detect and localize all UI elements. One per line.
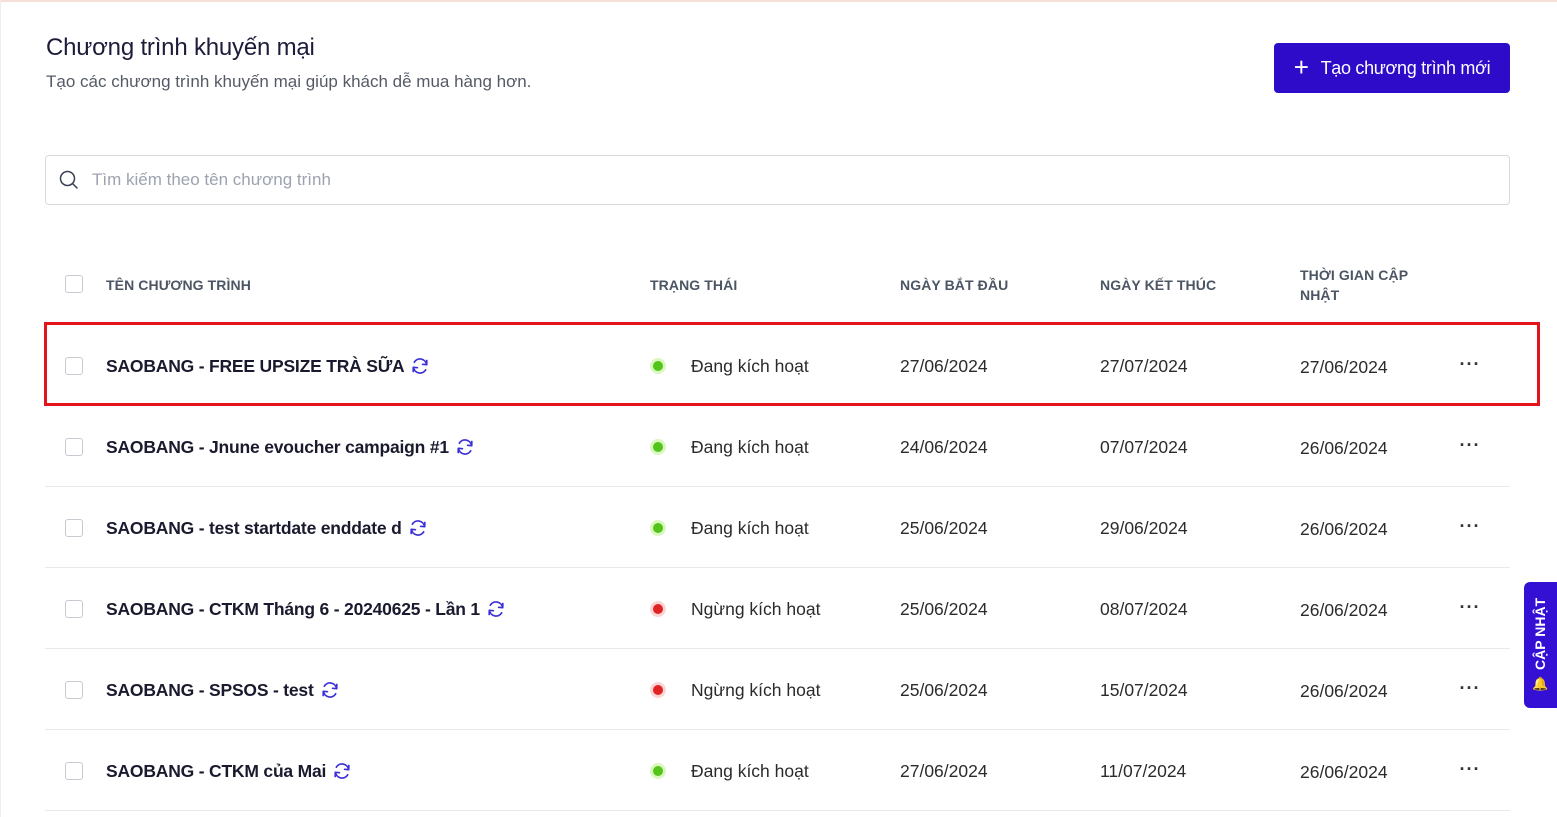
page-subtitle: Tạo các chương trình khuyến mại giúp khá… [46,72,532,91]
updated-date: 26/06/2024 [1300,681,1388,701]
row-checkbox[interactable] [65,681,83,699]
row-checkbox[interactable] [65,357,83,375]
program-name-cell[interactable]: SAOBANG - CTKM Tháng 6 - 20240625 - Lần … [106,598,506,620]
promotion-page: Chương trình khuyến mại Tạo các chương t… [0,0,1557,817]
program-name-cell[interactable]: SAOBANG - test startdate enddate d [106,517,428,539]
end-date: 11/07/2024 [1100,761,1187,781]
sync-icon [408,518,428,538]
status-dot-inner [653,361,663,371]
end-date: 07/07/2024 [1100,437,1188,457]
header-end-date: NGÀY KẾT THÚC [1100,277,1217,293]
status-dot [650,439,666,455]
sync-icon [320,680,340,700]
header-updated-time: THỜI GIAN CẬP NHẬT [1300,265,1408,305]
table-row[interactable]: SAOBANG - CTKM của Mai Đang kích hoạt 27… [45,730,1510,811]
table-row[interactable]: SAOBANG - FREE UPSIZE TRÀ SỮA Đang kích … [45,325,1510,406]
status-dot-inner [653,523,663,533]
row-checkbox[interactable] [65,519,83,537]
updated-date: 26/06/2024 [1300,519,1388,539]
row-checkbox[interactable] [65,600,83,618]
updated-date: 26/06/2024 [1300,600,1388,620]
start-date: 25/06/2024 [900,680,988,700]
search-icon [59,169,81,191]
status-dot-inner [653,685,663,695]
header-updated-line2: NHẬT [1300,287,1340,303]
status-text: Đang kích hoạt [691,761,809,781]
top-border [0,0,1557,2]
program-name-cell[interactable]: SAOBANG - FREE UPSIZE TRÀ SỮA [106,355,430,377]
status-text: Ngừng kích hoạt [691,680,821,700]
table-row[interactable]: SAOBANG - SPSOS - test Ngừng kích hoạt 2… [45,649,1510,730]
end-date: 15/07/2024 [1100,680,1188,700]
create-program-button[interactable]: + Tạo chương trình mới [1274,43,1510,93]
program-name: SAOBANG - CTKM của Mai [106,761,327,781]
update-side-tab[interactable]: 🔔 CẬP NHẬT [1524,582,1557,708]
more-actions-button[interactable]: ··· [1457,351,1483,377]
updated-date: 26/06/2024 [1300,438,1388,458]
status-dot-inner [653,442,663,452]
end-date: 29/06/2024 [1100,518,1188,538]
select-all-checkbox[interactable] [65,275,83,293]
table-header: TÊN CHƯƠNG TRÌNH TRẠNG THÁI NGÀY BẮT ĐẦU… [45,250,1510,320]
more-actions-button[interactable]: ··· [1457,675,1483,701]
side-tab-label: CẬP NHẬT [1532,597,1549,670]
status-dot [650,682,666,698]
start-date: 27/06/2024 [900,761,988,781]
updated-date: 26/06/2024 [1300,762,1388,782]
status-dot-inner [653,766,663,776]
status-text: Đang kích hoạt [691,518,809,538]
table-row[interactable]: SAOBANG - test startdate enddate d Đang … [45,487,1510,568]
status-dot-inner [653,604,663,614]
create-program-label: Tạo chương trình mới [1320,57,1491,78]
header-status: TRẠNG THÁI [650,277,738,293]
start-date: 24/06/2024 [900,437,988,457]
more-actions-button[interactable]: ··· [1457,513,1483,539]
program-name-cell[interactable]: SAOBANG - SPSOS - test [106,679,340,701]
status-dot [650,601,666,617]
start-date: 25/06/2024 [900,599,988,619]
program-name-cell[interactable]: SAOBANG - Jnune evoucher campaign #1 [106,436,475,458]
sync-icon [332,761,352,781]
page-title: Chương trình khuyến mại [46,34,315,61]
plus-icon: + [1293,51,1309,82]
table-row[interactable]: SAOBANG - Jnune evoucher campaign #1 Đan… [45,406,1510,487]
bell-icon: 🔔 [1532,676,1549,692]
status-text: Đang kích hoạt [691,437,809,457]
end-date: 27/07/2024 [1100,356,1188,376]
program-name: SAOBANG - Jnune evoucher campaign #1 [106,437,449,457]
status-dot [650,520,666,536]
left-border [0,0,1,817]
search-input[interactable] [90,169,1474,191]
row-checkbox[interactable] [65,438,83,456]
search-box[interactable] [45,155,1510,205]
more-actions-button[interactable]: ··· [1457,432,1483,458]
status-text: Đang kích hoạt [691,356,809,376]
status-dot [650,763,666,779]
program-name-cell[interactable]: SAOBANG - CTKM của Mai [106,760,352,782]
status-text: Ngừng kích hoạt [691,599,821,619]
header-start-date: NGÀY BẮT ĐẦU [900,277,1009,293]
sync-icon [486,599,506,619]
program-name: SAOBANG - FREE UPSIZE TRÀ SỮA [106,356,405,376]
program-name: SAOBANG - SPSOS - test [106,680,314,700]
start-date: 27/06/2024 [900,356,988,376]
status-dot [650,358,666,374]
program-name: SAOBANG - test startdate enddate d [106,518,402,538]
program-name: SAOBANG - CTKM Tháng 6 - 20240625 - Lần … [106,599,480,619]
more-actions-button[interactable]: ··· [1457,756,1483,782]
row-checkbox[interactable] [65,762,83,780]
more-actions-button[interactable]: ··· [1457,594,1483,620]
end-date: 08/07/2024 [1100,599,1188,619]
sync-icon [410,356,430,376]
table-row[interactable]: SAOBANG - CTKM Tháng 6 - 20240625 - Lần … [45,568,1510,649]
updated-date: 27/06/2024 [1300,357,1388,377]
header-name: TÊN CHƯƠNG TRÌNH [106,277,251,293]
sync-icon [455,437,475,457]
header-updated-line1: THỜI GIAN CẬP [1300,267,1409,283]
start-date: 25/06/2024 [900,518,988,538]
